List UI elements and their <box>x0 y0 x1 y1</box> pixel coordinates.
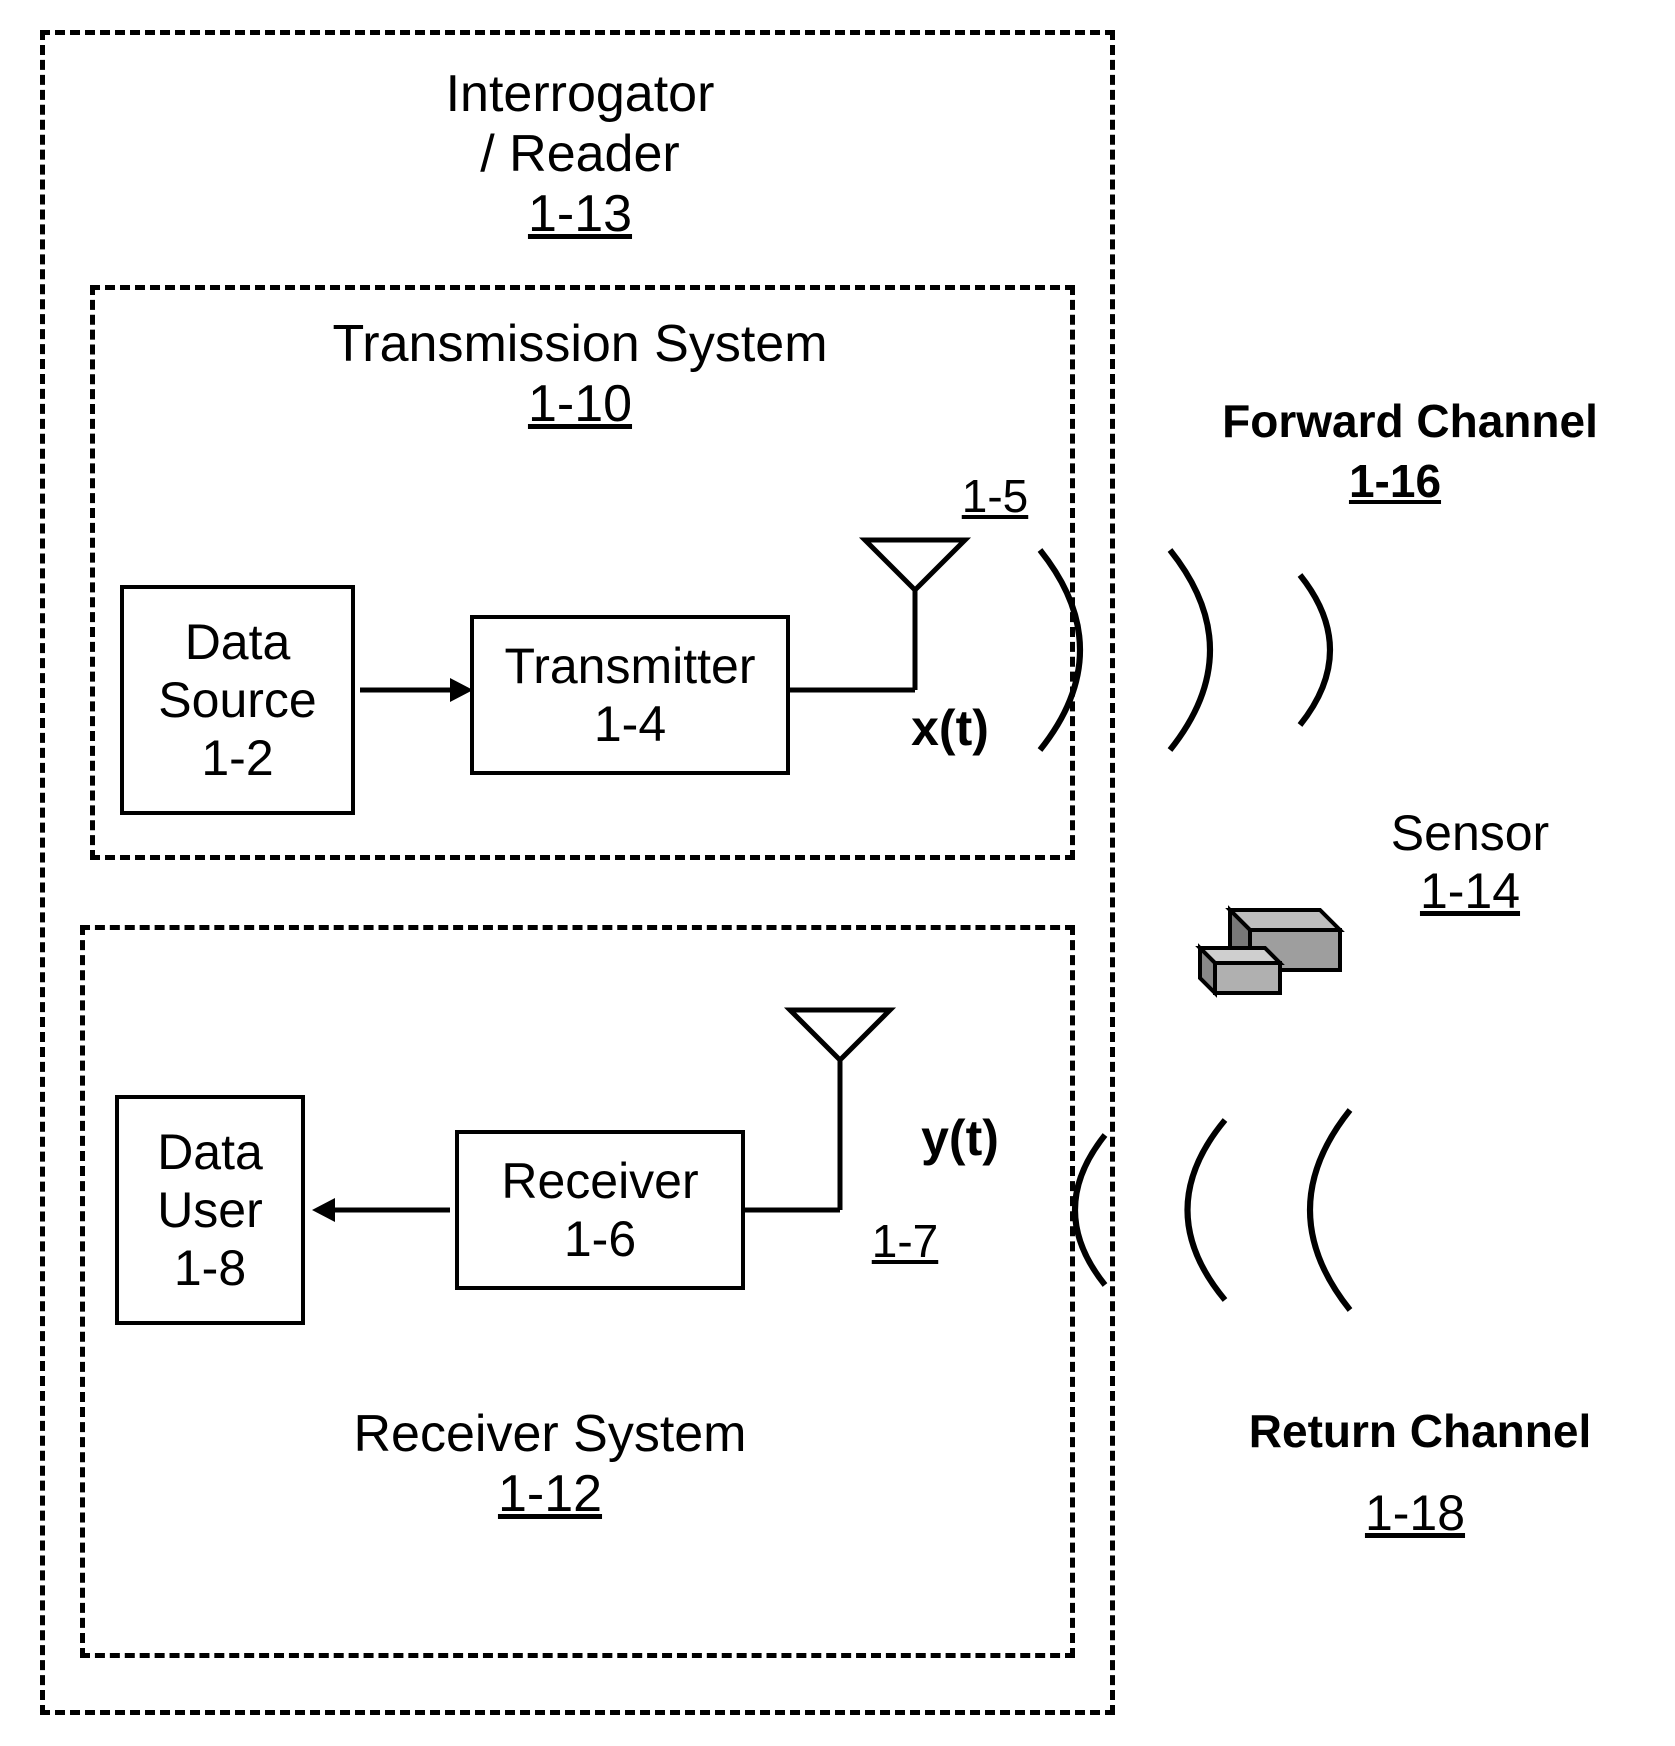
sensor-label-block: Sensor 1-14 <box>1340 805 1600 920</box>
transmission-title-block: Transmission System 1-10 <box>270 315 890 435</box>
arrow-rx-to-du <box>305 1180 455 1240</box>
data-user-line2: User <box>157 1181 263 1239</box>
sensor-icon <box>1180 890 1350 1020</box>
rx-signal-label: y(t) <box>900 1110 1020 1168</box>
transmitter-block: Transmitter 1-4 <box>470 615 790 775</box>
return-waves-icon <box>1010 1090 1380 1330</box>
tx-antenna-ref: 1-5 <box>945 470 1045 523</box>
tx-signal-label: x(t) <box>890 700 1010 758</box>
forward-channel-ref: 1-16 <box>1310 455 1480 508</box>
data-user-ref: 1-8 <box>174 1239 246 1297</box>
forward-waves-icon <box>1000 530 1370 770</box>
rx-antenna-ref: 1-7 <box>855 1215 955 1268</box>
data-source-block: Data Source 1-2 <box>120 585 355 815</box>
forward-channel-label: Forward Channel <box>1175 395 1645 448</box>
data-source-line1: Data <box>185 613 291 671</box>
transmission-title: Transmission System <box>270 315 890 375</box>
transmission-ref: 1-10 <box>270 375 890 435</box>
arrow-ds-to-tx <box>355 660 475 720</box>
receiver-system-title: Receiver System <box>290 1405 810 1465</box>
diagram-canvas: Interrogator / Reader 1-13 Transmission … <box>0 0 1675 1746</box>
rx-antenna-icon <box>780 1000 900 1100</box>
receiver-ref: 1-6 <box>564 1210 636 1268</box>
transmitter-ref: 1-4 <box>594 695 666 753</box>
data-source-line2: Source <box>158 671 316 729</box>
interrogator-ref: 1-13 <box>300 185 860 245</box>
return-channel-ref: 1-18 <box>1330 1485 1500 1543</box>
receiver-system-ref: 1-12 <box>290 1465 810 1525</box>
data-user-line1: Data <box>157 1123 263 1181</box>
receiver-block: Receiver 1-6 <box>455 1130 745 1290</box>
receiver-label: Receiver <box>501 1152 698 1210</box>
interrogator-title: Interrogator / Reader 1-13 <box>300 65 860 244</box>
transmitter-label: Transmitter <box>505 637 756 695</box>
interrogator-title-line2: / Reader <box>300 125 860 185</box>
interrogator-title-line1: Interrogator <box>300 65 860 125</box>
sensor-ref: 1-14 <box>1340 863 1600 921</box>
data-source-ref: 1-2 <box>201 729 273 787</box>
receiver-system-title-block: Receiver System 1-12 <box>290 1405 810 1525</box>
sensor-label: Sensor <box>1340 805 1600 863</box>
data-user-block: Data User 1-8 <box>115 1095 305 1325</box>
return-channel-label: Return Channel <box>1190 1405 1650 1458</box>
tx-antenna-icon <box>855 530 975 630</box>
